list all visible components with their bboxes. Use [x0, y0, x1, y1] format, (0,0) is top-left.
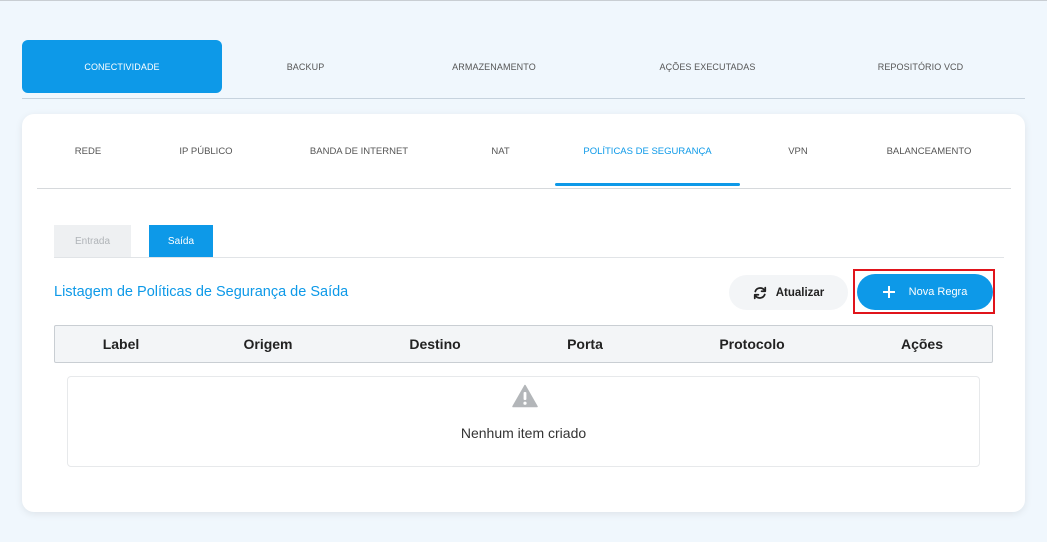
main-tab-label: AÇÕES EXECUTADAS — [659, 61, 756, 72]
column-header-label[interactable]: Label — [67, 326, 175, 362]
new-rule-button[interactable]: Nova Regra — [857, 274, 993, 310]
plus-icon — [882, 286, 895, 298]
main-tab-label: BACKUP — [286, 61, 325, 72]
column-header-protocolo[interactable]: Protocolo — [691, 326, 813, 362]
sub-tab-banda-de-internet[interactable]: BANDA DE INTERNET — [273, 114, 445, 189]
tab-label: Entrada — [74, 235, 111, 247]
warning-icon — [512, 384, 538, 408]
tab-entrada[interactable]: Entrada — [54, 225, 131, 257]
sub-tab-nat[interactable]: NAT — [445, 114, 556, 189]
main-tab-conectividade[interactable]: CONECTIVIDADE — [22, 40, 222, 93]
refresh-button[interactable]: Atualizar — [729, 275, 848, 310]
sub-tab-balanceamento[interactable]: BALANCEAMENTO — [856, 114, 1002, 189]
tab-saida[interactable]: Saída — [149, 225, 213, 257]
refresh-icon — [753, 286, 766, 299]
sub-tab-label: BALANCEAMENTO — [886, 146, 972, 157]
sub-tab-label: POLÍTICAS DE SEGURANÇA — [583, 146, 712, 157]
sub-tab-label: VPN — [788, 146, 808, 157]
sub-tab-ip-publico[interactable]: IP PÚBLICO — [139, 114, 273, 189]
main-tab-label: REPOSITÓRIO VCD — [877, 61, 964, 72]
main-tab-backup[interactable]: BACKUP — [222, 40, 389, 93]
column-header-destino[interactable]: Destino — [381, 326, 489, 362]
tab-label: Saída — [167, 235, 195, 247]
sub-tab-label: NAT — [491, 146, 510, 157]
refresh-label: Atualizar — [775, 286, 825, 299]
table-header: Label Origem Destino Porta Protocolo Açõ… — [54, 325, 993, 363]
content-card: REDE IP PÚBLICO BANDA DE INTERNET NAT PO… — [22, 114, 1025, 512]
sub-tab-label: IP PÚBLICO — [179, 146, 233, 157]
main-tabs: CONECTIVIDADE BACKUP ARMAZENAMENTO AÇÕES… — [22, 40, 1025, 99]
sub-tabs: REDE IP PÚBLICO BANDA DE INTERNET NAT PO… — [37, 114, 1011, 189]
column-header-origem[interactable]: Origem — [213, 326, 323, 362]
list-title: Listagem de Políticas de Segurança de Sa… — [54, 284, 349, 300]
empty-state: Nenhum item criado — [67, 376, 980, 467]
sub-tab-vpn[interactable]: VPN — [740, 114, 856, 189]
sub-tab-rede[interactable]: REDE — [37, 114, 139, 189]
column-header-acoes[interactable]: Ações — [867, 326, 977, 362]
column-header-porta[interactable]: Porta — [531, 326, 639, 362]
direction-tabs: Entrada Saída — [54, 225, 1004, 258]
main-tab-repositorio-vcd[interactable]: REPOSITÓRIO VCD — [816, 40, 1025, 93]
new-rule-label: Nova Regra — [908, 286, 968, 298]
main-tab-label: CONECTIVIDADE — [84, 61, 160, 72]
empty-message: Nenhum item criado — [460, 425, 587, 441]
sub-tab-label: REDE — [74, 146, 102, 157]
sub-tab-politicas-de-seguranca[interactable]: POLÍTICAS DE SEGURANÇA — [555, 114, 740, 189]
sub-tab-label: BANDA DE INTERNET — [309, 146, 409, 157]
main-tab-label: ARMAZENAMENTO — [452, 61, 536, 72]
main-tab-acoes-executadas[interactable]: AÇÕES EXECUTADAS — [599, 40, 816, 93]
main-tab-armazenamento[interactable]: ARMAZENAMENTO — [389, 40, 599, 93]
